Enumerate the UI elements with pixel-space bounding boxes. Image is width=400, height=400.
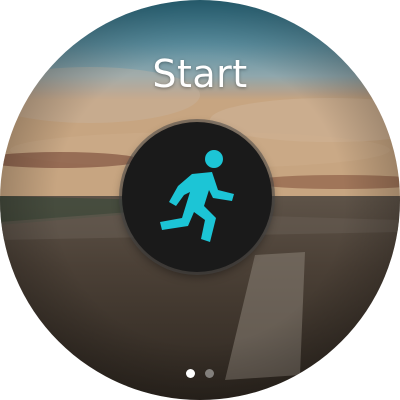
start-workout-button[interactable] (122, 122, 272, 272)
page-indicator (0, 365, 400, 378)
page-dot-inactive[interactable] (205, 369, 214, 378)
page-dot-active[interactable] (186, 369, 195, 378)
screen-title: Start (152, 52, 248, 96)
running-person-icon (160, 150, 234, 242)
watch-screen: Start (0, 0, 400, 400)
